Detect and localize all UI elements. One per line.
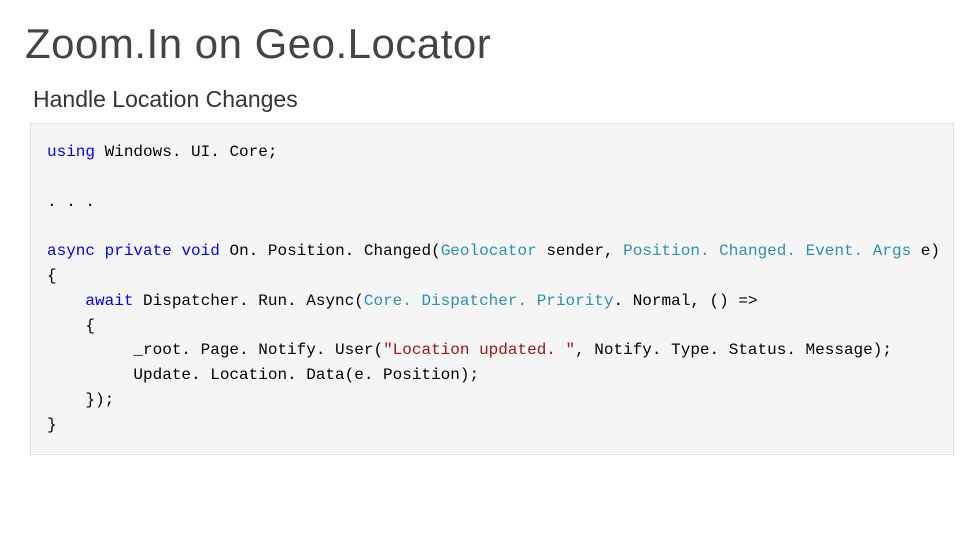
code-token: void <box>181 242 219 260</box>
code-token: _root. Page. Notify. User( <box>47 341 383 359</box>
code-block: using Windows. UI. Core; . . . async pri… <box>30 123 954 455</box>
section-subtitle: Handle Location Changes <box>25 86 959 113</box>
code-token: } <box>47 416 57 434</box>
code-token: Position. Changed. Event. Args <box>623 242 911 260</box>
code-token: . Normal, () => <box>614 292 758 310</box>
code-token: Dispatcher. Run. Async( <box>133 292 363 310</box>
code-token: using <box>47 143 95 161</box>
code-token <box>47 292 85 310</box>
slide-content: Zoom.In on Geo.Locator Handle Location C… <box>0 0 979 475</box>
code-token <box>95 242 105 260</box>
code-token: , Notify. Type. Status. Message); <box>575 341 892 359</box>
code-token: }); <box>47 391 114 409</box>
code-token: async <box>47 242 95 260</box>
code-token: private <box>105 242 172 260</box>
code-token: { <box>47 267 57 285</box>
code-token <box>172 242 182 260</box>
code-token: Core. Dispatcher. Priority <box>364 292 614 310</box>
code-token: On. Position. Changed( <box>220 242 441 260</box>
code-token: await <box>85 292 133 310</box>
page-title: Zoom.In on Geo.Locator <box>25 20 959 68</box>
code-token: Geolocator <box>441 242 537 260</box>
code-token: "Location updated. " <box>383 341 575 359</box>
code-token: Windows. UI. Core; <box>95 143 277 161</box>
code-token: Update. Location. Data(e. Position); <box>47 366 479 384</box>
code-token: { <box>47 317 95 335</box>
code-token: sender, <box>537 242 623 260</box>
code-token: . . . <box>47 193 95 211</box>
code-token: e) <box>911 242 940 260</box>
